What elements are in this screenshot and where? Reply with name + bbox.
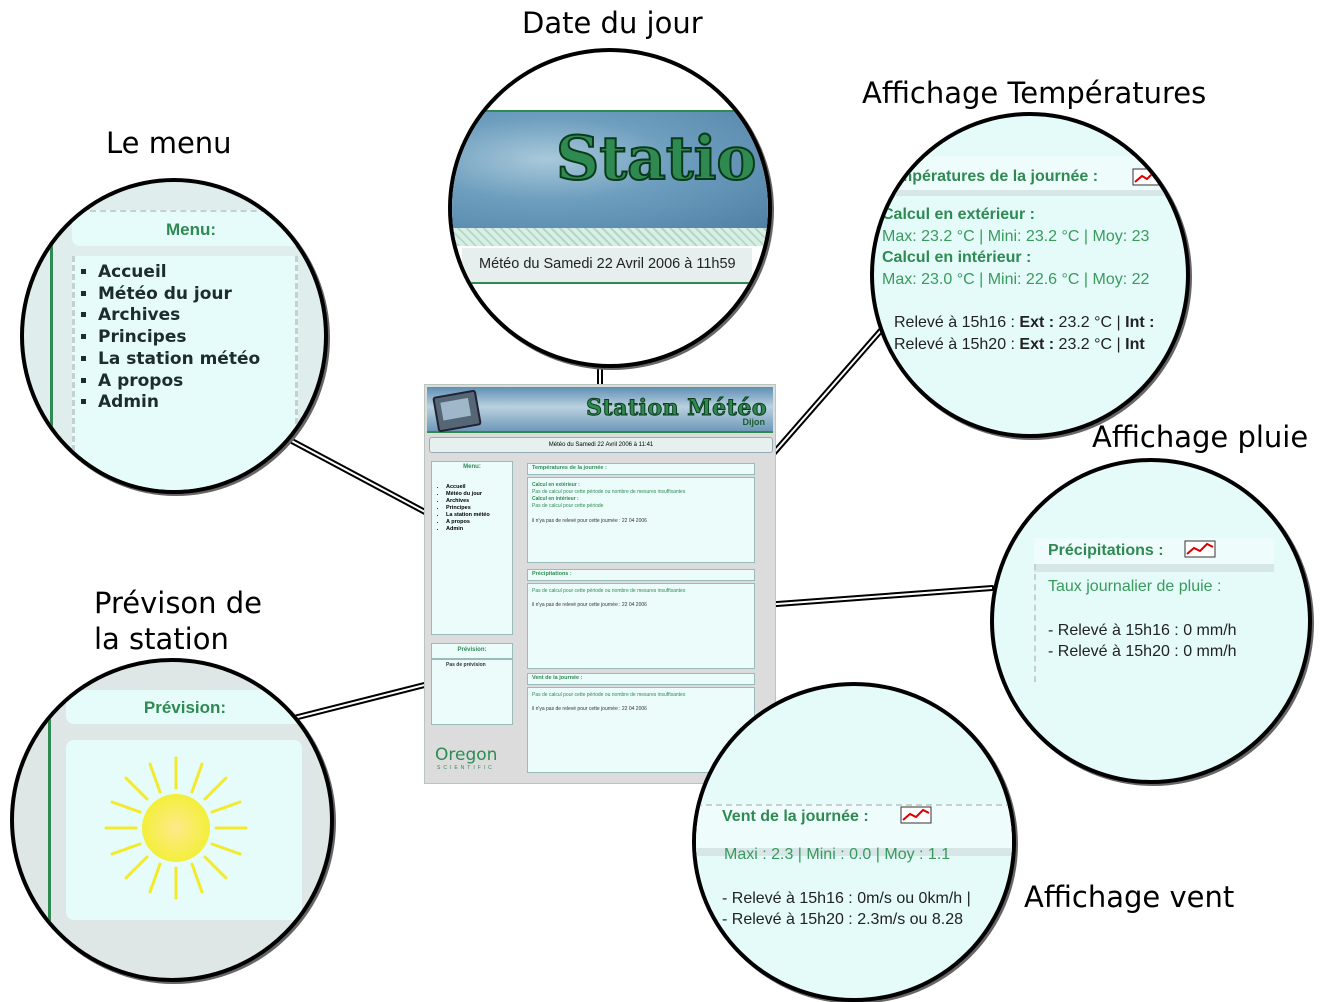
menu-zoom-header: Menu: [72,210,310,246]
chart-icon[interactable] [1184,540,1216,558]
prevision-zoom-circle: Prévision: [10,658,334,982]
site-menu-item[interactable]: La station météo [446,512,490,519]
oregon-logo-sub: SCIENTIFIC [437,765,495,771]
menu-item-meteo-du-jour[interactable]: Météo du jour [98,284,260,306]
temperatures-zoom-circle: mpératures de la journée : Calcul en ext… [870,112,1190,438]
site-temp-title: Températures de la journée : [532,465,607,471]
menu-item-station-meteo[interactable]: La station météo [98,349,260,371]
site-temp-int-label: Calcul en intérieur : [532,496,579,502]
callout-prevision-title-line2: la station [94,622,229,656]
date-zoom-bar: Météo du Samedi 22 Avril 2006 à 11h59 [462,248,752,284]
temp-zoom-int-label: Calcul en intérieur : [882,249,1032,266]
rain-zoom-border [1034,564,1036,682]
wind-zoom-stats: Maxi : 2.3 | Mini : 0.0 | Moy : 1.1 [724,846,951,863]
vent-zoom-circle: Vent de la journée : Maxi : 2.3 | Mini :… [692,682,1016,1002]
menu-item-archives[interactable]: Archives [98,305,260,327]
callout-temperatures-title: Affichage Températures [862,76,1207,110]
site-wind-msg: Pas de calcul pour cette période ou nomb… [532,692,686,698]
site-menu-item[interactable]: Archives [446,498,490,505]
wind-zoom-title: Vent de la journée : [722,808,869,825]
site-prev-head: Prévision: [431,643,513,659]
rain-zoom-reading-2: - Relevé à 15h20 : 0 mm/h [1048,643,1237,660]
rain-zoom-title: Précipitations : [1048,542,1164,559]
temp-zoom-reading-2: Relevé à 15h20 : Ext : 23.2 °C | Int [894,336,1145,353]
site-rain-msg: Pas de calcul pour cette période ou nomb… [532,588,686,594]
temp-zoom-ext-values: Max: 23.2 °C | Mini: 23.2 °C | Moy: 23 [882,228,1150,245]
site-menu-item[interactable]: Admin [446,526,490,533]
site-banner: Station Météo Dijon [427,387,773,433]
rain-zoom-reading-1: - Relevé à 15h16 : 0 mm/h [1048,622,1237,639]
site-temp-panel: Calcul en extérieur : Pas de calcul pour… [527,477,755,563]
weather-site-screenshot: Station Météo Dijon Météo du Samedi 22 A… [424,384,776,784]
site-prev-panel: Pas de prévision [431,659,513,725]
site-banner-subtitle: Dijon [742,417,766,427]
callout-menu-title: Le menu [106,126,232,160]
site-rain-title: Précipitations : [532,571,572,577]
site-prev-text: Pas de prévision [446,662,486,668]
callout-prevision-title-line1: Prévison de [94,586,263,620]
temp-zoom-ext-label: Calcul en extérieur : [882,206,1035,223]
menu-item-accueil[interactable]: Accueil [98,262,260,284]
pluie-zoom-circle: Précipitations : Taux journalier de plui… [990,458,1312,784]
menu-zoom-circle: Menu: Accueil Météo du jour Archives Pri… [20,178,328,494]
menu-zoom-list: Accueil Météo du jour Archives Principes… [76,262,260,414]
site-menu-title: Menu: [463,464,481,470]
prev-zoom-header: Prévision: [66,690,304,724]
site-banner-title: Station Météo [586,395,767,422]
callout-vent-title: Affichage vent [1024,880,1235,914]
date-zoom-text: Météo du Samedi 22 Avril 2006 à 11h59 [479,256,736,272]
temp-zoom-title: mpératures de la journée : [898,168,1099,185]
menu-item-a-propos[interactable]: A propos [98,371,260,393]
oregon-logo: Oregon [435,745,498,765]
site-temp-none: il n'ya pas de relevé pour cette journée… [532,518,647,524]
callout-pluie-title: Affichage pluie [1092,420,1309,454]
wind-zoom-reading-1: - Relevé à 15h16 : 0m/s ou 0km/h | [722,890,971,907]
site-menu-item[interactable]: Principes [446,505,490,512]
site-menu-item[interactable]: A propos [446,519,490,526]
site-temp-int-msg: Pas de calcul pour cette période [532,503,604,509]
site-wind-title: Vent de la journée : [532,675,583,681]
chart-icon[interactable] [900,806,932,824]
menu-item-admin[interactable]: Admin [98,392,260,414]
temp-zoom-int-values: Max: 23.0 °C | Mini: 22.6 °C | Moy: 22 [882,271,1150,288]
menu-zoom-border [50,202,53,490]
sun-icon [104,756,248,900]
site-date-bar: Météo du Samedi 22 Avril 2006 à 11:41 [429,437,773,453]
site-menu-item[interactable]: Accueil [446,484,490,491]
temp-zoom-reading-1: Relevé à 15h16 : Ext : 23.2 °C | Int : [894,314,1155,331]
prev-zoom-border [48,702,51,978]
menu-item-principes[interactable]: Principes [98,327,260,349]
site-temp-ext-msg: Pas de calcul pour cette période ou nomb… [532,489,686,495]
site-prev-title: Prévision: [457,647,487,653]
site-rain-none: il n'ya pas de relevé pour cette journée… [532,602,647,608]
site-wind-head: Vent de la journée : [527,673,755,685]
site-wind-none: il n'ya pas de relevé pour cette journée… [532,706,647,712]
date-zoom-circle: Statio Météo du Samedi 22 Avril 2006 à 1… [448,48,772,368]
date-zoom-hatch [452,228,768,246]
site-menu-panel: Menu: Accueil Météo du jour Archives Pri… [431,461,513,635]
site-temp-head: Températures de la journée : [527,463,755,475]
chart-icon[interactable] [1132,168,1162,186]
site-rain-panel: Pas de calcul pour cette période ou nomb… [527,583,755,669]
callout-date-title: Date du jour [522,6,703,40]
prev-zoom-title: Prévision: [143,698,227,717]
site-menu-item[interactable]: Météo du jour [446,491,490,498]
site-temp-ext-label: Calcul en extérieur : [532,482,580,488]
site-rain-head: Précipitations : [527,569,755,581]
rain-zoom-rate-label: Taux journalier de pluie : [1048,578,1222,595]
date-zoom-banner-title: Statio [555,123,757,195]
wind-zoom-reading-2: - Relevé à 15h20 : 2.3m/s ou 8.28 [722,911,964,928]
weather-station-device-icon [432,389,482,433]
menu-zoom-title: Menu: [165,220,217,239]
